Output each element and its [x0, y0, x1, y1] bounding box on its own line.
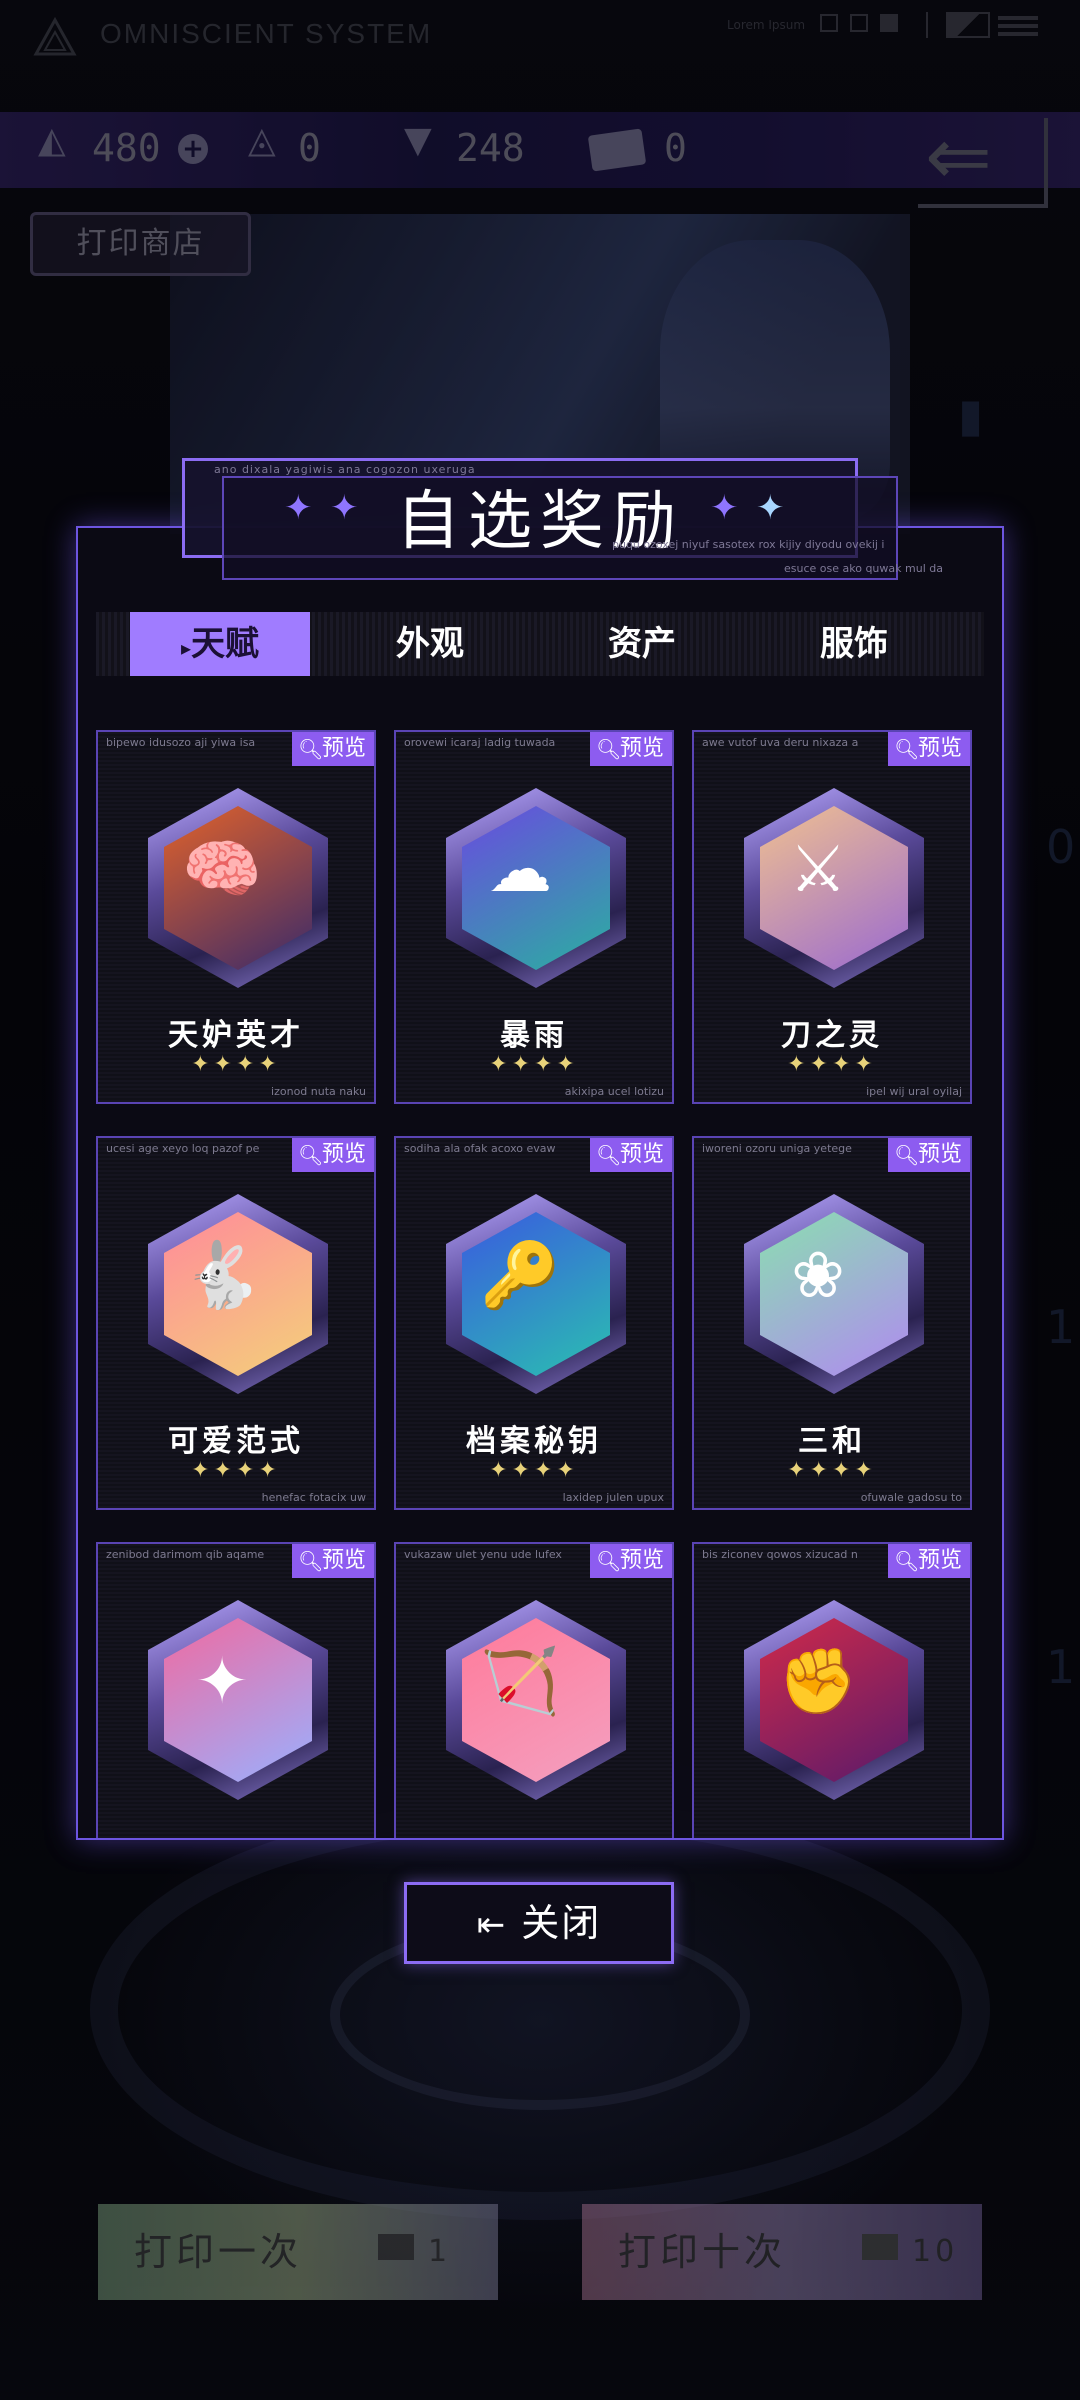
tab-talent[interactable]: ▸天赋: [130, 612, 310, 676]
print-ten-button[interactable]: 打印十次 10: [582, 2204, 982, 2300]
preview-button[interactable]: 🔍︎ 预览: [292, 1544, 374, 1578]
reward-badge: ❀: [744, 1194, 924, 1394]
sparkle-icon: ✦: [330, 488, 359, 528]
search-icon: 🔍︎: [596, 1143, 622, 1167]
search-icon: 🔍︎: [894, 1549, 920, 1573]
tab-assets[interactable]: 资产: [552, 612, 732, 676]
reward-card[interactable]: bipewo idusozo aji yiwa isa 🔍︎ 预览 🧠 天妒英才…: [96, 730, 376, 1104]
print-ten-label: 打印十次: [618, 2230, 787, 2274]
search-icon: 🔍︎: [596, 737, 622, 761]
preview-label: 预览: [917, 1548, 962, 1573]
preview-button[interactable]: 🔍︎ 预览: [590, 1544, 672, 1578]
rarity-stars: ✦✦✦✦: [191, 1052, 281, 1077]
preview-button[interactable]: 🔍︎ 预览: [590, 732, 672, 766]
rarity-stars: ✦✦✦✦: [489, 1458, 579, 1483]
print-ten-cost: 10: [912, 2234, 959, 2269]
reward-card[interactable]: orovewi icaraj ladig tuwada 🔍︎ 预览 ☁ 暴雨 ✦…: [394, 730, 674, 1104]
category-tabs: ▸天赋 外观 资产 服饰: [96, 612, 984, 676]
card-name: 刀之灵: [781, 1018, 883, 1053]
rarity-stars: ✦✦✦✦: [191, 1458, 281, 1483]
card-name: 可爱范式: [168, 1424, 304, 1459]
tab-active-arrow-icon: ▸: [180, 636, 192, 660]
preview-label: 预览: [917, 736, 962, 761]
ticket-icon: [378, 2234, 414, 2260]
search-icon: 🔍︎: [298, 737, 324, 761]
reward-badge: ✊: [744, 1600, 924, 1800]
sparkle-icon: ✦: [756, 488, 785, 528]
preview-label: 预览: [321, 736, 366, 761]
search-icon: 🔍︎: [894, 737, 920, 761]
reward-badge: 🔑: [446, 1194, 626, 1394]
preview-button[interactable]: 🔍︎ 预览: [590, 1138, 672, 1172]
card-grid: bipewo idusozo aji yiwa isa 🔍︎ 预览 🧠 天妒英才…: [78, 700, 1002, 1838]
reward-badge: 🐇: [148, 1194, 328, 1394]
search-icon: 🔍︎: [298, 1143, 324, 1167]
reward-card[interactable]: vukazaw ulet yenu ude lufex 🔍︎ 预览 🏹: [394, 1542, 674, 1838]
card-caption: laxidep julen upux: [562, 1491, 664, 1504]
card-name: 档案秘钥: [466, 1424, 602, 1459]
card-name: 三和: [798, 1424, 866, 1459]
card-caption: bipewo idusozo aji yiwa isa: [106, 736, 256, 749]
preview-label: 预览: [619, 736, 664, 761]
sparkle-icon: ✦: [710, 488, 739, 528]
ticket-icon: [862, 2234, 898, 2260]
reward-card[interactable]: bis ziconev qowos xizucad n 🔍︎ 预览 ✊: [692, 1542, 972, 1838]
reward-badge: ⚔: [744, 788, 924, 988]
card-name: 天妒英才: [168, 1018, 304, 1053]
preview-label: 预览: [619, 1142, 664, 1167]
reward-card[interactable]: awe vutof uva deru nixaza a 🔍︎ 预览 ⚔ 刀之灵 …: [692, 730, 972, 1104]
rarity-stars: ✦✦✦✦: [489, 1052, 579, 1077]
preview-label: 预览: [321, 1142, 366, 1167]
decorative-text: puqu ozoxej niyuf sasotex rox kijiy diyo…: [612, 538, 885, 551]
reward-card[interactable]: zenibod darimom qib aqame 🔍︎ 预览 ✦: [96, 1542, 376, 1838]
preview-button[interactable]: 🔍︎ 预览: [292, 1138, 374, 1172]
reward-card[interactable]: iworeni ozoru uniga yetege 🔍︎ 预览 ❀ 三和 ✦✦…: [692, 1136, 972, 1510]
preview-button[interactable]: 🔍︎ 预览: [888, 732, 970, 766]
card-caption: ofuwale gadosu to: [860, 1491, 962, 1504]
print-once-label: 打印一次: [134, 2230, 303, 2274]
print-once-button[interactable]: 打印一次 1: [98, 2204, 498, 2300]
preview-label: 预览: [321, 1548, 366, 1573]
reward-card[interactable]: sodiha ala ofak acoxo evaw 🔍︎ 预览 🔑 档案秘钥 …: [394, 1136, 674, 1510]
card-caption: ipel wij ural oyilaj: [866, 1085, 962, 1098]
card-caption: iworeni ozoru uniga yetege: [702, 1142, 852, 1155]
card-caption: akixipa ucel lotizu: [564, 1085, 664, 1098]
search-icon: 🔍︎: [298, 1549, 324, 1573]
card-caption: awe vutof uva deru nixaza a: [702, 736, 859, 749]
reward-badge: ☁: [446, 788, 626, 988]
card-caption: zenibod darimom qib aqame: [106, 1548, 265, 1561]
close-label: 关闭: [521, 1901, 602, 1945]
preview-button[interactable]: 🔍︎ 预览: [888, 1544, 970, 1578]
print-once-cost: 1: [428, 2234, 452, 2269]
sparkle-icon: ✦: [284, 488, 313, 528]
decorative-text: esuce ose ako quwak mul da: [784, 562, 943, 575]
tab-outfit[interactable]: 服饰: [764, 612, 944, 676]
preview-label: 预览: [917, 1142, 962, 1167]
preview-button[interactable]: 🔍︎ 预览: [888, 1138, 970, 1172]
rarity-stars: ✦✦✦✦: [787, 1052, 877, 1077]
reward-card[interactable]: ucesi age xeyo loq pazof pe 🔍︎ 预览 🐇 可爱范式…: [96, 1136, 376, 1510]
card-caption: sodiha ala ofak acoxo evaw: [404, 1142, 556, 1155]
search-icon: 🔍︎: [596, 1549, 622, 1573]
card-caption: henefac fotacix uw: [261, 1491, 366, 1504]
rarity-stars: ✦✦✦✦: [787, 1458, 877, 1483]
reward-badge: ✦: [148, 1600, 328, 1800]
card-caption: izonod nuta naku: [271, 1085, 366, 1098]
tab-appearance[interactable]: 外观: [340, 612, 520, 676]
card-caption: vukazaw ulet yenu ude lufex: [404, 1548, 562, 1561]
card-name: 暴雨: [500, 1018, 568, 1053]
search-icon: 🔍︎: [894, 1143, 920, 1167]
card-caption: orovewi icaraj ladig tuwada: [404, 736, 556, 749]
preview-button[interactable]: 🔍︎ 预览: [292, 732, 374, 766]
preview-label: 预览: [619, 1548, 664, 1573]
close-button[interactable]: ⇤ 关闭: [404, 1882, 674, 1964]
card-caption: ucesi age xeyo loq pazof pe: [106, 1142, 260, 1155]
tab-label: 天赋: [191, 624, 260, 664]
reward-badge: 🏹: [446, 1600, 626, 1800]
card-caption: bis ziconev qowos xizucad n: [702, 1548, 858, 1561]
reward-badge: 🧠: [148, 788, 328, 988]
exit-icon: ⇤: [476, 1905, 508, 1945]
